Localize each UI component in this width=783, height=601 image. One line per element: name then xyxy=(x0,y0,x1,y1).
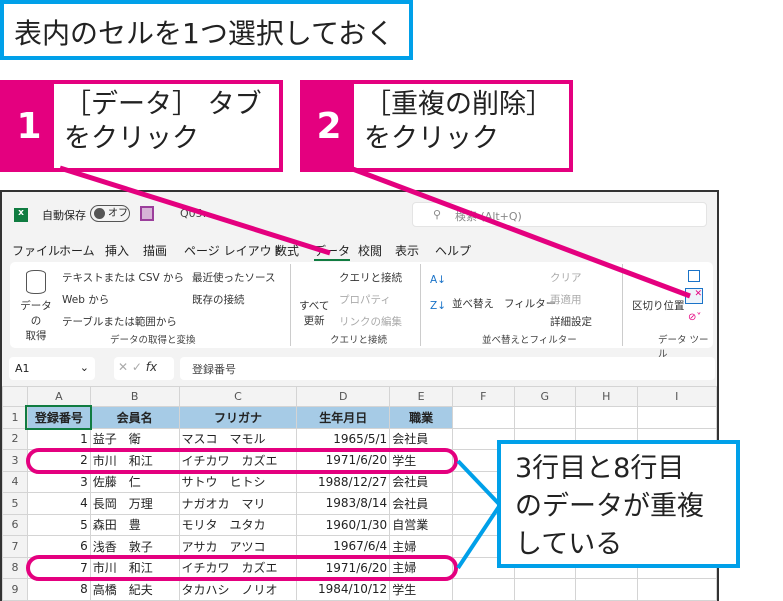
note-line2: のデータが重複 xyxy=(515,491,704,522)
note-line1: 3行目と8行目 xyxy=(515,453,685,484)
pointer-line-2 xyxy=(349,165,691,299)
pointer-line-1 xyxy=(59,165,331,256)
note-connector-1 xyxy=(456,459,502,507)
note-box: 3行目と8行目 のデータが重複 している xyxy=(497,440,740,568)
note-line3: している xyxy=(515,529,623,560)
duplicate-highlight-row8 xyxy=(26,555,458,581)
duplicate-highlight-row3 xyxy=(26,448,458,474)
note-connector-2 xyxy=(456,503,502,570)
